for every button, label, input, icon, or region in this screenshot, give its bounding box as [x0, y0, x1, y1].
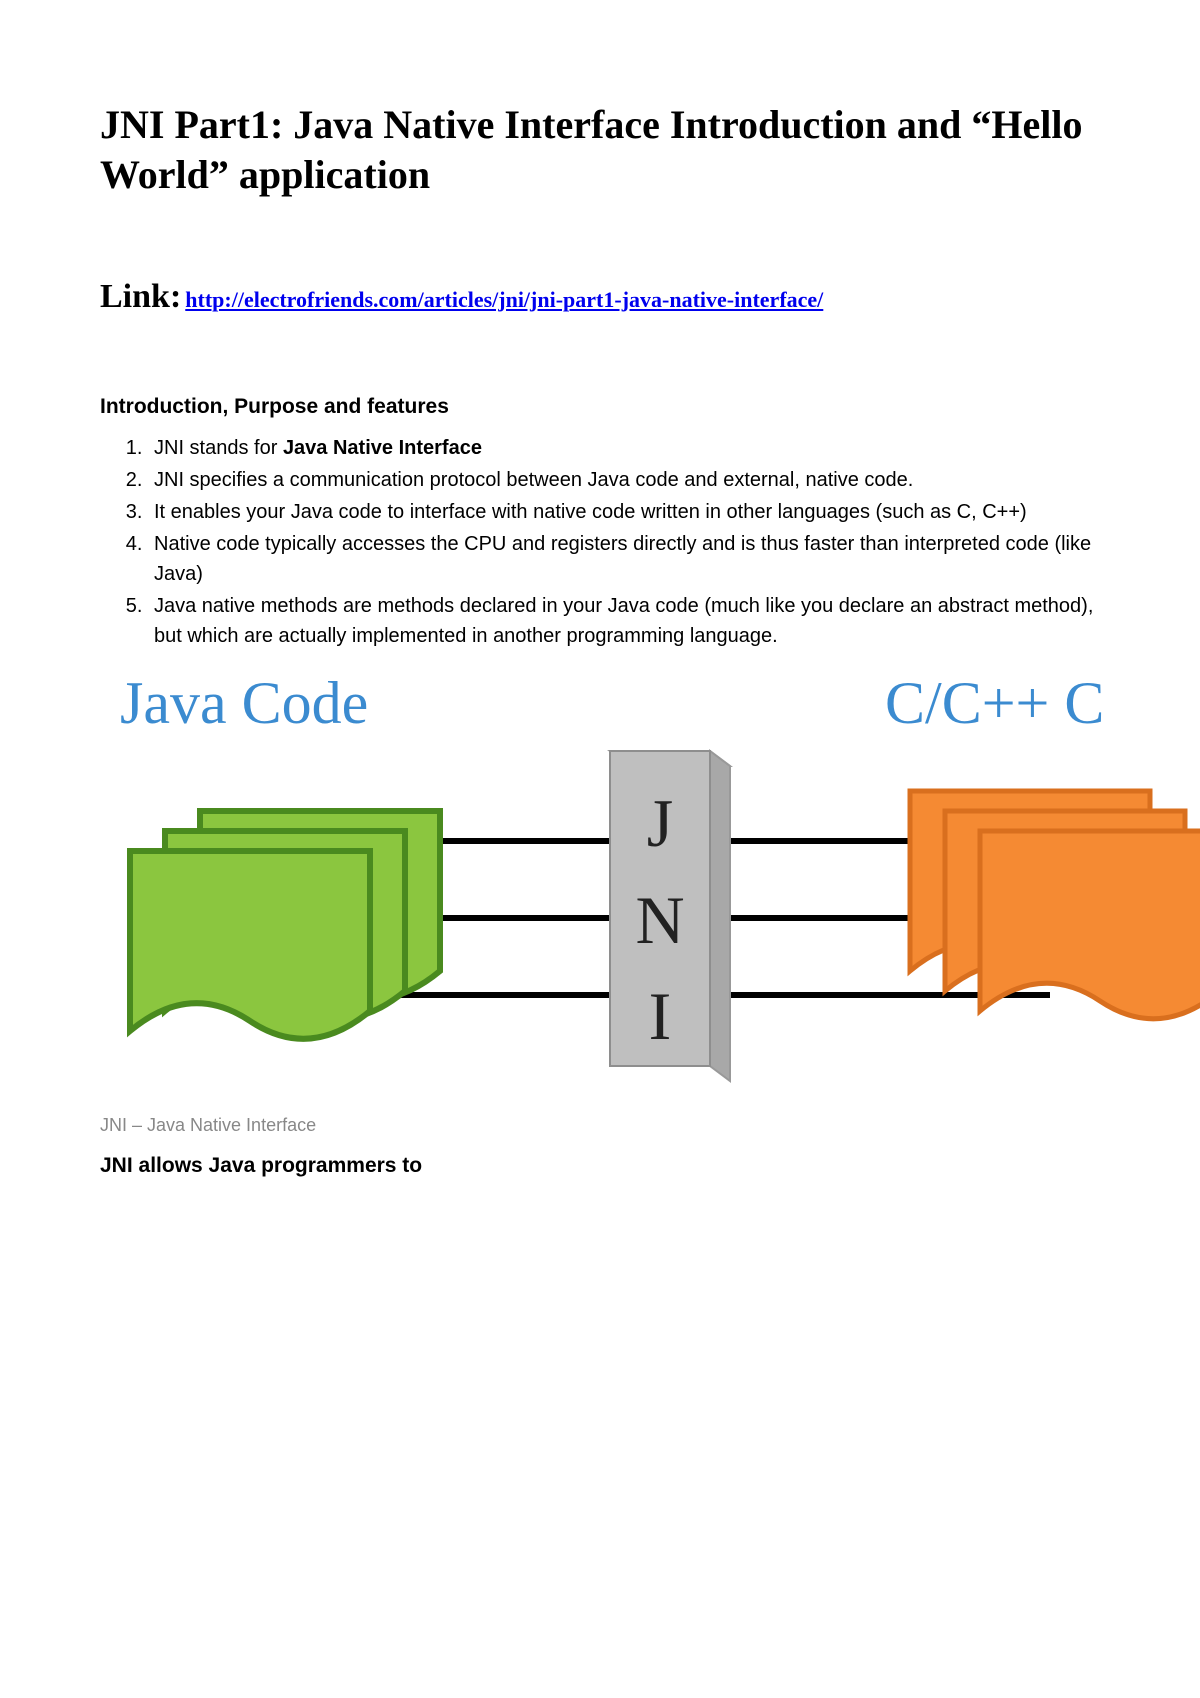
jni-allows-heading: JNI allows Java programmers to	[100, 1154, 1100, 1178]
java-code-icon	[130, 811, 440, 1039]
diagram-java-label: Java Code	[120, 671, 368, 736]
list-item: It enables your Java code to interface w…	[148, 497, 1100, 527]
diagram-caption: JNI – Java Native Interface	[100, 1115, 1100, 1136]
list-text: Java native methods are methods declared…	[154, 595, 1093, 647]
list-text: JNI specifies a communication protocol b…	[154, 469, 913, 491]
list-item: Native code typically accesses the CPU a…	[148, 529, 1100, 589]
jni-letter: J	[647, 785, 673, 861]
list-text: It enables your Java code to interface w…	[154, 501, 1027, 523]
list-item: Java native methods are methods declared…	[148, 591, 1100, 651]
intro-list: JNI stands for Java Native Interface JNI…	[100, 433, 1100, 651]
page-title: JNI Part1: Java Native Interface Introdu…	[100, 100, 1100, 200]
cpp-code-icon	[910, 791, 1200, 1019]
article-link[interactable]: http://electrofriends.com/articles/jni/j…	[185, 287, 823, 312]
diagram-cpp-label: C/C++ C	[885, 671, 1104, 736]
list-text: Native code typically accesses the CPU a…	[154, 533, 1091, 585]
jni-letter: N	[635, 882, 684, 958]
link-row: Link: http://electrofriends.com/articles…	[100, 260, 1100, 335]
list-item: JNI specifies a communication protocol b…	[148, 465, 1100, 495]
list-item: JNI stands for Java Native Interface	[148, 433, 1100, 463]
intro-heading: Introduction, Purpose and features	[100, 395, 1100, 419]
list-text: JNI stands for	[154, 437, 283, 459]
list-bold: Java Native Interface	[283, 437, 482, 459]
jni-letter: I	[649, 978, 672, 1054]
link-label: Link:	[100, 278, 181, 315]
jni-diagram: Java Code C/C++ C	[80, 671, 1200, 1101]
jni-box-icon: J N I	[610, 751, 730, 1081]
